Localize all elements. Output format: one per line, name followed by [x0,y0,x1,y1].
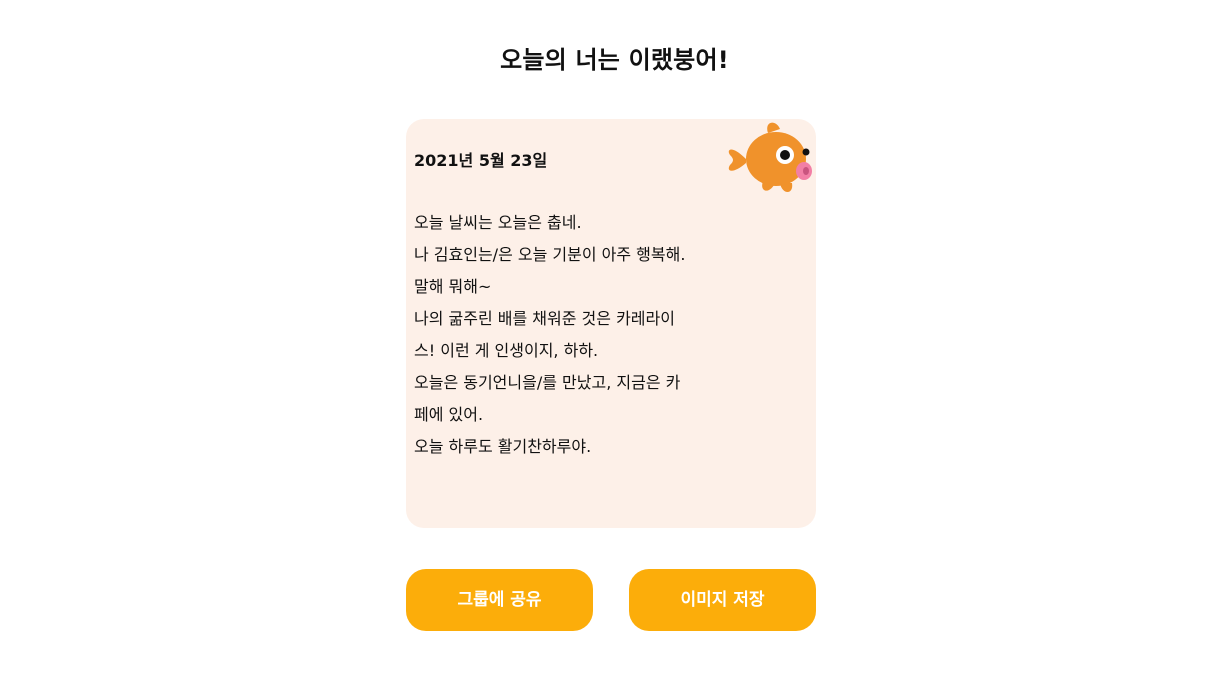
diary-text: 오늘 날씨는 오늘은 춥네. 나 김효인는/은 오늘 기분이 아주 행복해. 말… [414,207,734,463]
diary-line: 나 김효인는/은 오늘 기분이 아주 행복해. [414,245,686,264]
diary-line: 페에 있어. [414,405,484,424]
save-image-button[interactable]: 이미지 저장 [629,569,816,631]
share-to-group-button[interactable]: 그룹에 공유 [406,569,593,631]
diary-line: 오늘 하루도 활기찬하루야. [414,437,592,456]
diary-line: 나의 굶주린 배를 채워준 것은 카레라이 [414,309,675,328]
diary-result-page: 오늘의 너는 이랬붕어! 2021년 5월 23일 오늘 날씨는 오늘은 춥네.… [0,0,1229,691]
diary-date: 2021년 5월 23일 [414,151,548,170]
diary-line: 스! 이런 게 인생이지, 하하. [414,341,599,360]
page-title: 오늘의 너는 이랬붕어! [500,46,729,74]
diary-line: 말해 뭐해~ [414,277,492,296]
goldfish-icon [728,122,812,192]
diary-line: 오늘 날씨는 오늘은 춥네. [414,213,582,232]
diary-line: 오늘은 동기언니을/를 만났고, 지금은 카 [414,373,681,392]
diary-card: 2021년 5월 23일 오늘 날씨는 오늘은 춥네. 나 김효인는/은 오늘 … [406,119,816,528]
